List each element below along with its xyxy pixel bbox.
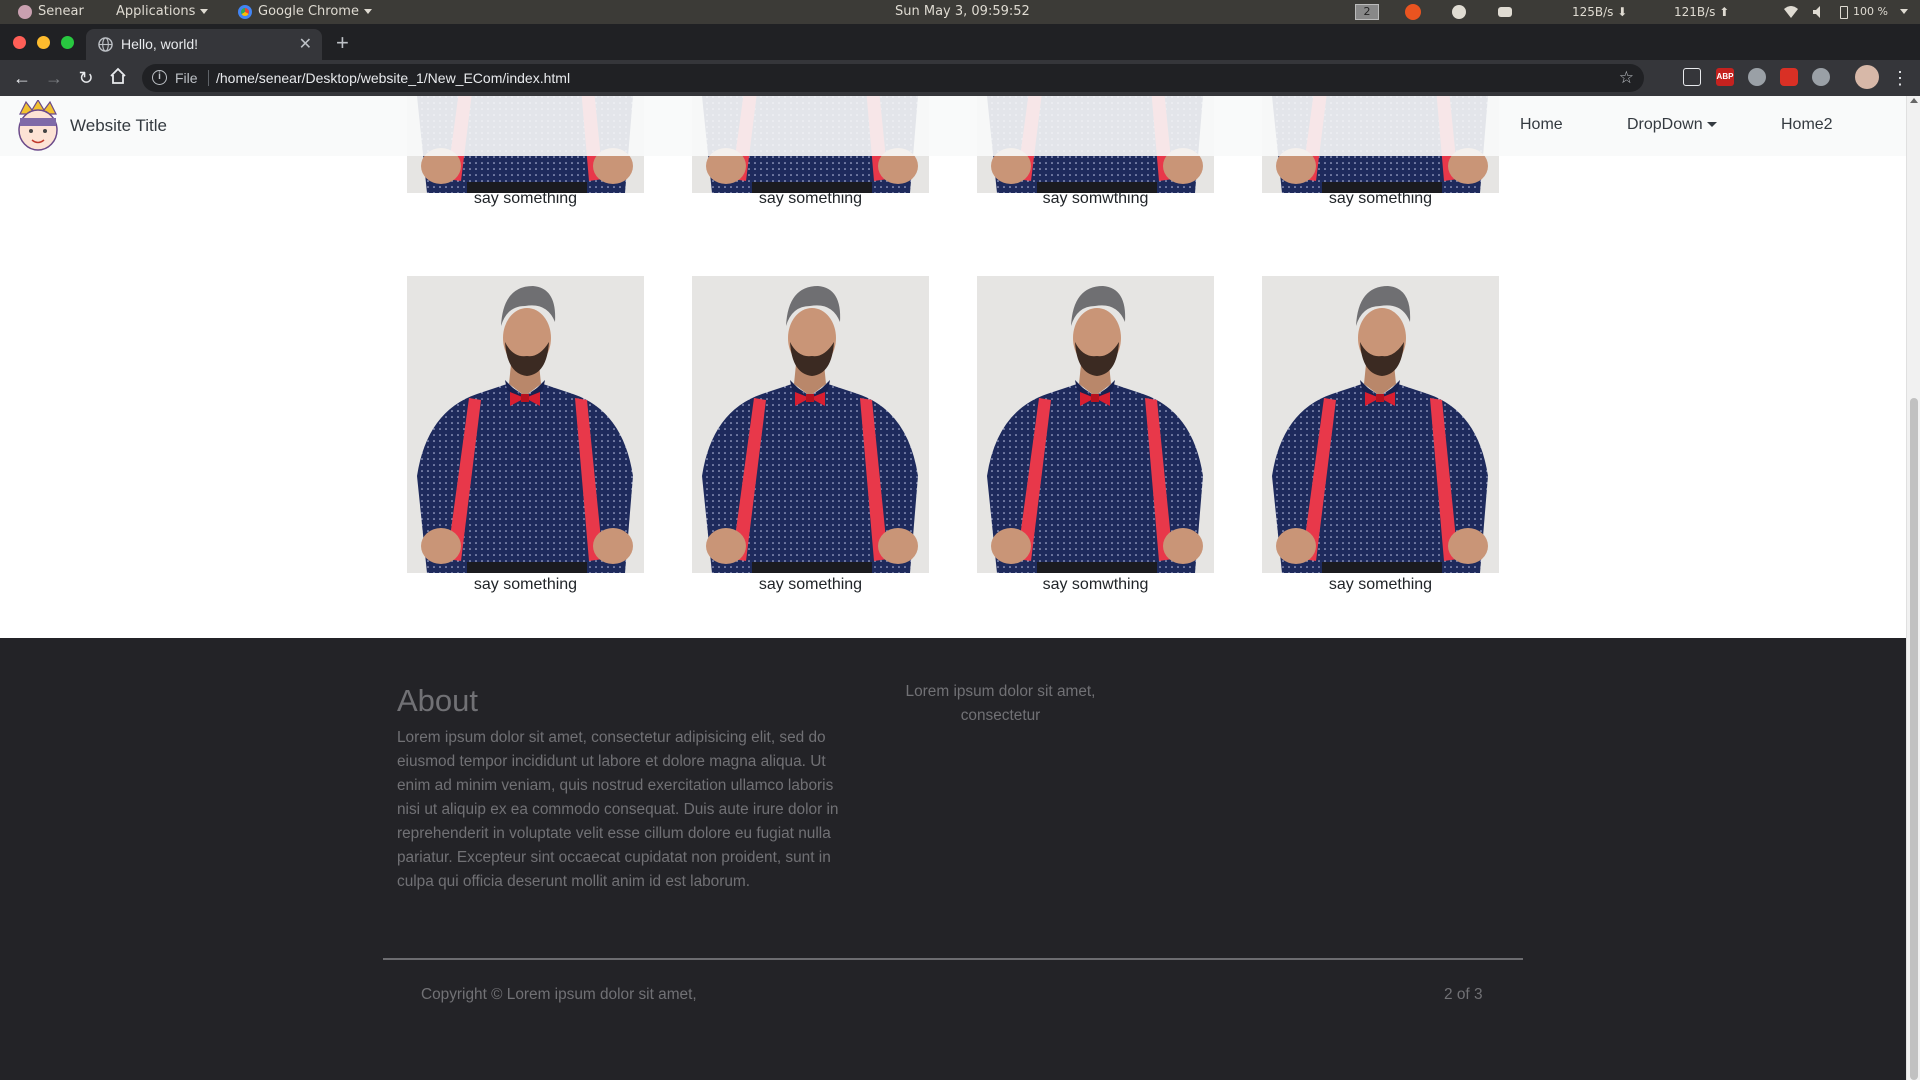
footer-about-heading: About xyxy=(397,683,479,718)
chevron-down-icon xyxy=(1900,9,1908,14)
people-icon[interactable] xyxy=(1498,0,1512,24)
battery-status[interactable]: 100 % xyxy=(1840,0,1888,24)
footer-copyright: Copyright © Lorem ipsum dolor sit amet, xyxy=(421,986,697,1003)
page-scrollbar[interactable] xyxy=(1906,96,1920,1080)
chevron-down-icon xyxy=(363,9,372,14)
browser-toolbar: ← → ↻ i File /home/senear/Desktop/websit… xyxy=(0,60,1920,96)
chrome-icon xyxy=(238,4,252,19)
net-down-speed: 125B/s ⬇ xyxy=(1572,5,1628,19)
footer-page-indicator: 2 of 3 xyxy=(1444,986,1483,1003)
product-caption: say something xyxy=(758,190,863,207)
site-brand[interactable]: Website Title xyxy=(70,116,167,136)
os-top-panel: Senear Applications Google Chrome Sun Ma… xyxy=(0,0,1920,24)
browser-tab-strip: Hello, world! ✕ + xyxy=(0,24,1920,60)
product-image[interactable] xyxy=(977,276,1214,573)
back-button[interactable]: ← xyxy=(11,67,33,89)
update-icon[interactable] xyxy=(1405,0,1421,24)
footer-divider xyxy=(383,958,1523,960)
product-caption: say something xyxy=(473,190,578,207)
arrow-up-icon: ⬆ xyxy=(1719,5,1730,19)
window-maximize-button[interactable] xyxy=(61,36,74,49)
reload-button[interactable]: ↻ xyxy=(75,67,97,89)
page-viewport: say something say something say somwthin… xyxy=(0,96,1920,1080)
product-caption: say something xyxy=(1328,190,1433,207)
tab-close-icon[interactable]: ✕ xyxy=(299,34,312,54)
chrome-menu-button[interactable]: ⋮ xyxy=(1889,67,1911,89)
chevron-down-icon xyxy=(1706,122,1717,128)
active-app-menu[interactable]: Google Chrome xyxy=(238,0,372,24)
forward-button[interactable]: → xyxy=(43,67,65,89)
settings-extension-icon[interactable] xyxy=(1812,68,1830,86)
window-close-button[interactable] xyxy=(13,36,26,49)
battery-icon xyxy=(1840,5,1848,19)
product-caption: say something xyxy=(473,576,578,593)
workspace-indicator[interactable]: 2 xyxy=(1355,0,1379,24)
chevron-down-icon xyxy=(200,9,209,14)
product-caption: say somwthing xyxy=(1042,576,1149,593)
footer-mid-text: Lorem ipsum dolor sit amet, consectetur xyxy=(905,683,1096,724)
user-avatar-icon xyxy=(18,4,32,19)
home-icon xyxy=(110,67,126,84)
scroll-up-arrow-icon[interactable] xyxy=(1910,98,1918,103)
globe-extension-icon[interactable] xyxy=(1748,68,1766,86)
nav-home2[interactable]: Home2 xyxy=(1781,116,1833,134)
window-minimize-button[interactable] xyxy=(37,36,50,49)
scrollbar-thumb[interactable] xyxy=(1910,398,1918,1080)
clock[interactable]: Sun May 3, 09:59:52 xyxy=(895,0,1030,24)
site-footer: About Lorem ipsum dolor sit amet, consec… xyxy=(0,638,1906,1080)
product-caption: say something xyxy=(758,576,863,593)
footer-about-text: Lorem ipsum dolor sit amet, consectetur … xyxy=(397,729,839,890)
info-icon[interactable]: i xyxy=(152,70,167,85)
nav-home[interactable]: Home xyxy=(1520,116,1563,134)
wifi-icon[interactable] xyxy=(1783,0,1799,24)
product-image[interactable] xyxy=(692,276,929,573)
arrow-down-icon: ⬇ xyxy=(1617,5,1628,19)
extension-icon[interactable] xyxy=(1683,68,1701,86)
accessibility-icon[interactable] xyxy=(1452,0,1466,24)
divider xyxy=(208,70,209,86)
power-menu[interactable] xyxy=(1895,0,1908,24)
product-image[interactable] xyxy=(1262,276,1499,573)
volume-icon[interactable] xyxy=(1812,0,1826,24)
profile-avatar[interactable] xyxy=(1855,65,1879,89)
scheme-label: File xyxy=(175,70,198,86)
product-image[interactable] xyxy=(407,276,644,573)
product-caption: say somwthing xyxy=(1042,190,1149,207)
extension-icon[interactable] xyxy=(1780,68,1798,86)
bookmark-star-icon[interactable]: ☆ xyxy=(1619,68,1634,88)
globe-icon xyxy=(98,37,113,52)
applications-menu[interactable]: Applications xyxy=(116,0,209,24)
home-button[interactable] xyxy=(107,67,129,89)
address-bar[interactable]: i File /home/senear/Desktop/website_1/Ne… xyxy=(142,64,1644,92)
url-text[interactable]: /home/senear/Desktop/website_1/New_ECom/… xyxy=(216,70,570,86)
nav-dropdown[interactable]: DropDown xyxy=(1627,116,1717,134)
site-navbar: Website Title Home DropDown Home2 xyxy=(0,96,1906,156)
new-tab-button[interactable]: + xyxy=(336,30,349,56)
adblock-icon[interactable]: ABP xyxy=(1716,68,1734,86)
browser-tab[interactable]: Hello, world! ✕ xyxy=(86,29,322,60)
product-caption: say something xyxy=(1328,576,1433,593)
site-logo[interactable] xyxy=(14,100,62,152)
tab-title: Hello, world! xyxy=(121,36,199,52)
user-menu[interactable]: Senear xyxy=(18,0,84,24)
net-up-speed: 121B/s ⬆ xyxy=(1674,5,1730,19)
